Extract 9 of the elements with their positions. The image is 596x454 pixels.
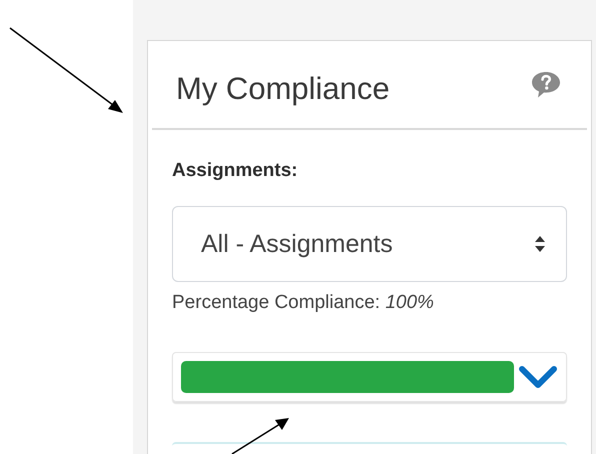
card-title: My Compliance xyxy=(176,70,390,106)
help-icon[interactable] xyxy=(531,70,561,98)
assignments-dropdown[interactable]: All - Assignments xyxy=(172,206,567,282)
updown-caret-icon xyxy=(534,235,546,253)
assignments-label: Assignments: xyxy=(172,160,299,182)
compliance-bar[interactable] xyxy=(172,352,567,402)
chevron-icon[interactable] xyxy=(518,364,558,390)
annotation-arrow xyxy=(232,418,289,454)
percentage-compliance-text: Percentage Compliance: 100% xyxy=(172,292,435,314)
